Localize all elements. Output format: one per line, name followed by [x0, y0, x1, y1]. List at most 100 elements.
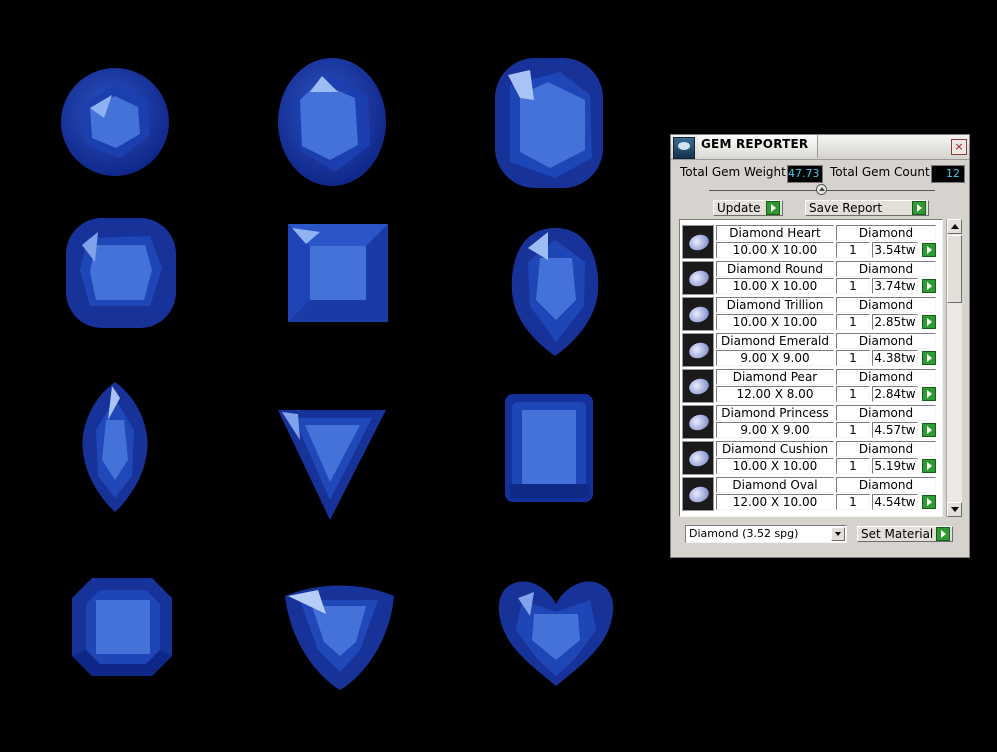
gem-quantity-cell: 1	[836, 386, 870, 402]
gem-thumbnail-icon	[687, 484, 711, 505]
scroll-down-icon[interactable]	[947, 502, 962, 517]
save-report-button[interactable]: Save Report	[805, 200, 929, 216]
gem-quantity-cell: 1	[836, 458, 870, 474]
gem-weight-cell: 3.74tw	[872, 278, 918, 294]
heart-gem[interactable]	[498, 581, 614, 686]
gem-name-cell: Diamond Emerald	[716, 333, 834, 349]
gem-material-cell: Diamond	[836, 261, 936, 277]
gem-list: Diamond Heart Diamond 10.00 X 10.00 1 3.54tw…	[679, 219, 943, 517]
material-dropdown[interactable]: Diamond (3.52 spg)	[685, 525, 847, 543]
update-button[interactable]: Update	[713, 200, 783, 216]
scroll-thumb[interactable]	[947, 235, 962, 303]
row-go-icon[interactable]	[922, 243, 936, 257]
gem-list-row[interactable]: Diamond Round Diamond 10.00 X 10.00 1 3.74tw	[682, 260, 940, 296]
emerald-gem[interactable]	[505, 394, 593, 502]
row-go-icon[interactable]	[922, 279, 936, 293]
row-go-icon[interactable]	[922, 351, 936, 365]
gem-quantity-cell: 1	[836, 494, 870, 510]
gem-quantity-cell: 1	[836, 278, 870, 294]
gem-thumbnail	[682, 225, 714, 259]
update-label: Update	[717, 201, 761, 215]
gem-weight-cell: 4.57tw	[872, 422, 918, 438]
total-gem-weight-value: 47.73	[787, 165, 823, 183]
row-go-icon[interactable]	[922, 315, 936, 329]
gem-thumbnail	[682, 297, 714, 331]
gem-thumbnail	[682, 261, 714, 295]
total-gem-count-label: Total Gem Count	[830, 165, 930, 179]
cushion-gem[interactable]	[66, 218, 176, 328]
gem-dimensions-cell: 10.00 X 10.00	[716, 242, 834, 258]
set-material-button[interactable]: Set Material	[857, 526, 953, 542]
gem-list-row[interactable]: Diamond Oval Diamond 12.00 X 10.00 1 4.54tw	[682, 476, 940, 512]
gem-material-cell: Diamond	[836, 333, 936, 349]
curved-trillion-gem[interactable]	[285, 585, 394, 691]
gem-dimensions-cell: 9.00 X 9.00	[716, 422, 834, 438]
gem-material-cell: Diamond	[836, 225, 936, 241]
gem-list-row[interactable]: Diamond Emerald Diamond 9.00 X 9.00 1 4.38tw	[682, 332, 940, 368]
gem-quantity-cell: 1	[836, 350, 870, 366]
princess-gem[interactable]	[288, 224, 388, 322]
close-icon[interactable]: ×	[951, 139, 967, 155]
gem-thumbnail	[682, 405, 714, 439]
row-go-icon[interactable]	[922, 423, 936, 437]
asscher-gem[interactable]	[72, 578, 172, 676]
gem-weight-cell: 2.84tw	[872, 386, 918, 402]
play-arrow-icon	[766, 201, 780, 215]
gem-name-cell: Diamond Heart	[716, 225, 834, 241]
play-arrow-icon	[912, 201, 926, 215]
gem-reporter-icon	[673, 137, 695, 159]
gem-thumbnail	[682, 369, 714, 403]
round-gem[interactable]	[61, 68, 169, 176]
gem-material-cell: Diamond	[836, 441, 936, 457]
gem-name-cell: Diamond Trillion	[716, 297, 834, 313]
gem-weight-cell: 4.54tw	[872, 494, 918, 510]
gem-material-cell: Diamond	[836, 477, 936, 493]
gem-thumbnail-icon	[687, 268, 711, 289]
gem-name-cell: Diamond Round	[716, 261, 834, 277]
gem-name-cell: Diamond Pear	[716, 369, 834, 385]
chevron-down-icon[interactable]	[831, 527, 845, 541]
pear-gem[interactable]	[511, 228, 599, 356]
gem-thumbnail	[682, 333, 714, 367]
gem-material-cell: Diamond	[836, 297, 936, 313]
gem-list-row[interactable]: Diamond Cushion Diamond 10.00 X 10.00 1 5.19…	[682, 440, 940, 476]
gem-weight-cell: 5.19tw	[872, 458, 918, 474]
gem-dimensions-cell: 10.00 X 10.00	[716, 458, 834, 474]
row-go-icon[interactable]	[922, 387, 936, 401]
gem-list-row[interactable]: Diamond Princess Diamond 9.00 X 9.00 1 4.57t…	[682, 404, 940, 440]
gem-viewport[interactable]	[0, 0, 660, 752]
gem-weight-cell: 3.54tw	[872, 242, 918, 258]
total-gem-weight-label: Total Gem Weight	[680, 165, 786, 179]
cushion-gem-large[interactable]	[495, 58, 603, 188]
material-dropdown-value: Diamond (3.52 spg)	[689, 527, 799, 540]
gem-list-row[interactable]: Diamond Heart Diamond 10.00 X 10.00 1 3.54tw	[682, 224, 940, 260]
slider-handle[interactable]	[816, 184, 827, 195]
gem-quantity-cell: 1	[836, 314, 870, 330]
gem-thumbnail-icon	[687, 232, 711, 253]
gem-dimensions-cell: 10.00 X 10.00	[716, 314, 834, 330]
list-scrollbar[interactable]	[946, 219, 962, 517]
trillion-gem[interactable]	[278, 410, 386, 520]
gem-name-cell: Diamond Oval	[716, 477, 834, 493]
gem-list-row[interactable]: Diamond Trillion Diamond 10.00 X 10.00 1 2.8…	[682, 296, 940, 332]
row-go-icon[interactable]	[922, 459, 936, 473]
gem-thumbnail-icon	[687, 448, 711, 469]
scroll-up-icon[interactable]	[947, 219, 962, 234]
gem-name-cell: Diamond Cushion	[716, 441, 834, 457]
gem-dimensions-cell: 10.00 X 10.00	[716, 278, 834, 294]
save-report-label: Save Report	[809, 201, 883, 215]
total-gem-count-value: 12	[931, 165, 965, 183]
gem-list-row[interactable]: Diamond Pear Diamond 12.00 X 8.00 1 2.84tw	[682, 368, 940, 404]
oval-gem[interactable]	[278, 58, 386, 186]
gem-weight-cell: 2.85tw	[872, 314, 918, 330]
row-go-icon[interactable]	[922, 495, 936, 509]
gem-thumbnail-icon	[687, 340, 711, 361]
gem-material-cell: Diamond	[836, 405, 936, 421]
marquise-gem[interactable]	[82, 382, 148, 512]
gem-thumbnail-icon	[687, 304, 711, 325]
gem-thumbnail	[682, 477, 714, 511]
title-bar[interactable]: GEM REPORTER ×	[671, 135, 969, 160]
gem-thumbnail-icon	[687, 376, 711, 397]
panel-title: GEM REPORTER	[701, 137, 809, 151]
set-material-label: Set Material	[861, 527, 934, 541]
